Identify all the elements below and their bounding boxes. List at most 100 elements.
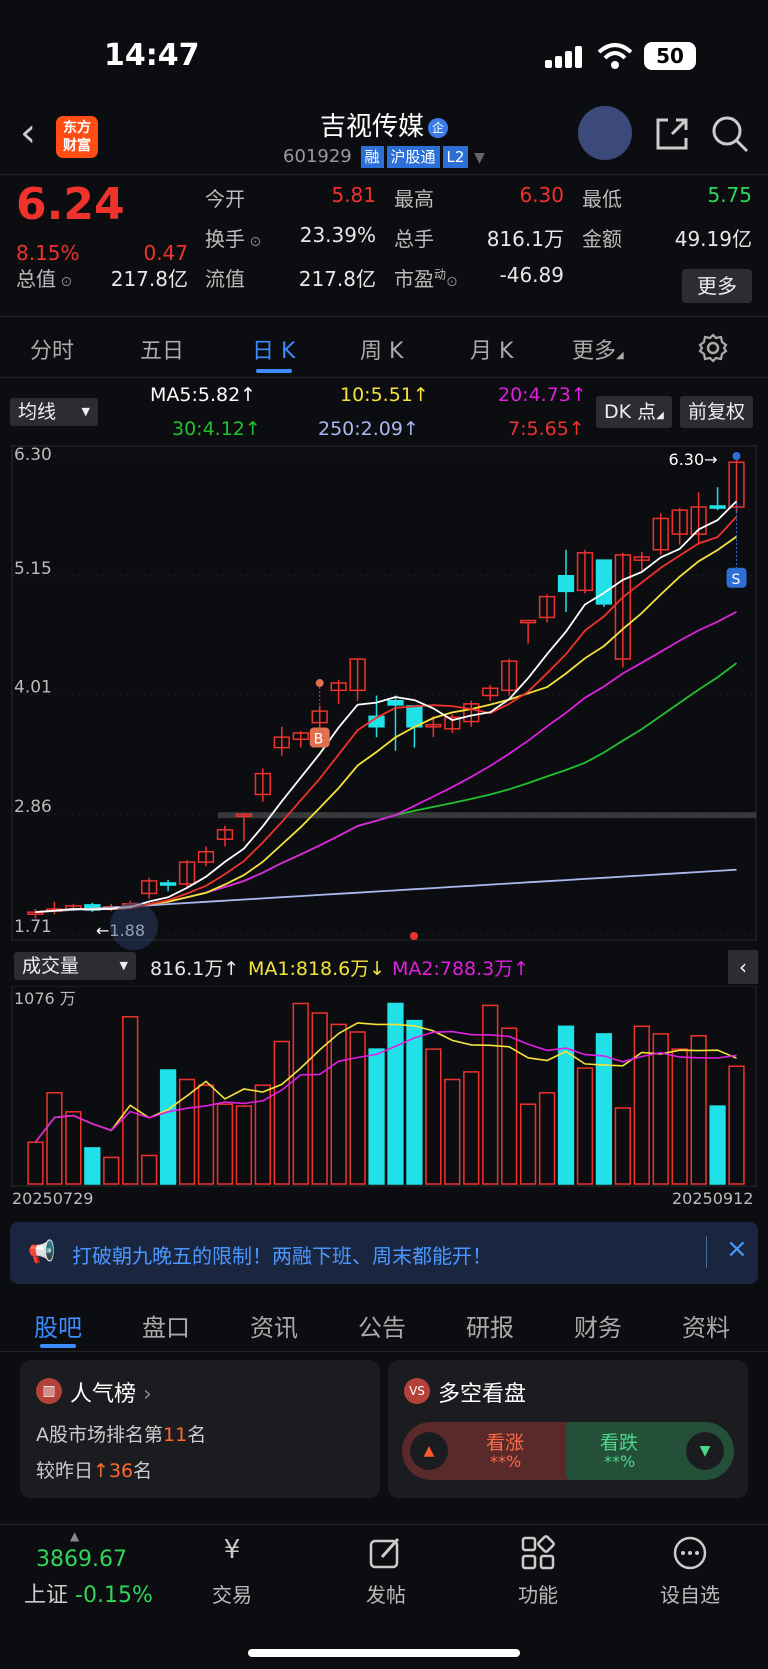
- bull-label: 看涨: [486, 1432, 525, 1454]
- tab-finance[interactable]: 财务: [574, 1308, 622, 1343]
- ma30-value: 30:4.12↑: [172, 418, 261, 440]
- tab-profile[interactable]: 资料: [682, 1308, 730, 1343]
- index-line[interactable]: 上证 -0.15%: [24, 1577, 153, 1609]
- nav-function[interactable]: 功能: [488, 1579, 588, 1608]
- b-marker-dot: [315, 679, 324, 688]
- volume-bar: [197, 1084, 215, 1185]
- trade-icon[interactable]: ¥: [212, 1535, 252, 1571]
- collapse-arrow-icon[interactable]: ‹: [728, 950, 758, 984]
- high-price-label: 6.30→: [669, 450, 718, 469]
- expand-caret-icon[interactable]: ▲: [70, 1529, 79, 1543]
- volume-bar: [235, 1105, 253, 1185]
- candle-body: [557, 575, 575, 593]
- nav-post[interactable]: 发帖: [336, 1579, 436, 1608]
- y-tick-label: 2.86: [14, 797, 52, 817]
- share-icon[interactable]: [652, 114, 692, 154]
- tab-news[interactable]: 资讯: [250, 1308, 298, 1343]
- volume-bar: [709, 1105, 726, 1185]
- bottom-navigation: ▲ 3869.67 上证 -0.15% ¥ 交易 发帖 功能 设自选: [0, 1524, 768, 1669]
- nav-trade[interactable]: 交易: [182, 1579, 282, 1608]
- low-label: 最低: [582, 187, 622, 211]
- last-price: 6.24: [16, 179, 125, 230]
- volume-bar: [349, 1031, 366, 1185]
- ma250-value: 250:2.09↑: [318, 418, 419, 440]
- volume-bar: [311, 1012, 328, 1185]
- index-value[interactable]: 3869.67: [36, 1547, 127, 1572]
- volume-bar: [425, 1048, 442, 1185]
- dropdown-triangle-icon[interactable]: ▼: [474, 150, 485, 166]
- active-tab-underline: [256, 369, 292, 373]
- adjust-button[interactable]: 前复权: [680, 396, 754, 428]
- float-cap-value: 217.8亿: [298, 267, 376, 291]
- dk-point-button[interactable]: DK 点◢: [596, 396, 672, 428]
- pe-label: 市盈动⊙: [394, 267, 458, 291]
- float-cap-label: 流值: [205, 267, 245, 291]
- bear-label: 看跌: [600, 1432, 639, 1454]
- section-tabs: 股吧 盘口 资讯 公告 研报 财务 资料: [0, 1292, 768, 1352]
- total-cap-label: 总值 ⊙: [16, 267, 73, 291]
- bull-bear-title: 多空看盘: [438, 1382, 527, 1407]
- more-button[interactable]: 更多: [682, 269, 752, 303]
- volume-bar: [84, 1147, 101, 1185]
- home-indicator: [248, 1649, 520, 1657]
- settings-gear-icon[interactable]: [698, 333, 728, 363]
- volume-bar: [614, 1107, 631, 1185]
- tab-announcement[interactable]: 公告: [358, 1308, 406, 1343]
- nav-add-watchlist[interactable]: 设自选: [640, 1579, 740, 1608]
- close-icon[interactable]: ×: [726, 1234, 748, 1264]
- tab-five-day[interactable]: 五日: [140, 333, 184, 365]
- volume-bar: [292, 1002, 309, 1185]
- volume-bar: [46, 1092, 63, 1185]
- indicator-select[interactable]: 均线 ▼: [10, 398, 98, 426]
- enterprise-badge: 企: [428, 117, 448, 138]
- volume-bar: [122, 1016, 139, 1185]
- ma7-value: 7:5.65↑: [508, 418, 585, 440]
- robot-assistant-avatar[interactable]: [578, 106, 632, 160]
- low-value: 5.75: [707, 183, 752, 207]
- y-tick-label: 1.71: [14, 917, 52, 937]
- popularity-title: 人气榜 ›: [70, 1382, 152, 1407]
- popularity-card[interactable]: ▥ 人气榜 › A股市场排名第11名 较昨日↑36名: [20, 1360, 380, 1498]
- volume-bar: [444, 1078, 461, 1185]
- divider: [706, 1236, 707, 1268]
- post-edit-icon[interactable]: [368, 1535, 404, 1571]
- plot-frame: [11, 445, 757, 941]
- bear-pct: **%: [604, 1452, 636, 1471]
- tab-guba[interactable]: 股吧: [34, 1308, 82, 1343]
- price-change: 0.47: [143, 241, 188, 265]
- candle-body: [519, 619, 537, 624]
- volume-bar: [216, 1103, 234, 1185]
- volume-bar: [141, 1154, 158, 1185]
- candlestick-chart[interactable]: 6.305.154.012.861.716.30→←1.88BS: [0, 440, 768, 960]
- quote-panel: 6.24 8.15% 0.47 今开 5.81 最高 6.30 最低 5.75 …: [0, 174, 768, 314]
- bull-button[interactable]: ▲ 看涨 **%: [402, 1422, 570, 1480]
- ma5-line: [35, 500, 738, 913]
- tab-more[interactable]: 更多◢: [572, 333, 624, 365]
- search-icon[interactable]: [710, 114, 750, 154]
- tab-intraday[interactable]: 分时: [30, 333, 74, 365]
- vs-icon: VS: [404, 1378, 430, 1404]
- volume-bar: [65, 1111, 82, 1185]
- volume-select[interactable]: 成交量 ▼: [14, 952, 136, 980]
- function-grid-icon[interactable]: [520, 1535, 556, 1571]
- indicator-bar: 均线 ▼ MA5:5.82↑ 10:5.51↑ 20:4.73↑ 30:4.12↑…: [0, 378, 768, 440]
- volume-bar: [330, 1023, 347, 1185]
- more-dots-icon[interactable]: [672, 1535, 708, 1571]
- ma5-value: MA5:5.82↑: [150, 384, 257, 406]
- tab-weekly-k[interactable]: 周 K: [360, 333, 403, 365]
- ma10-value: 10:5.51↑: [340, 384, 429, 406]
- volume-chart[interactable]: 1076 万 20250729 20250912: [0, 986, 768, 1210]
- tab-pankou[interactable]: 盘口: [142, 1308, 190, 1343]
- tab-monthly-k[interactable]: 月 K: [470, 333, 513, 365]
- tab-research[interactable]: 研报: [466, 1308, 514, 1343]
- promo-banner[interactable]: 📢 打破朝九晚五的限制！两融下班、周末都能开！ ×: [10, 1222, 758, 1284]
- bear-button[interactable]: 看跌 **% ▼: [566, 1422, 734, 1480]
- chart-tabs: 分时 五日 日 K 周 K 月 K 更多◢: [0, 316, 768, 378]
- volume-bar: [538, 1092, 556, 1185]
- volume-bar: [633, 1025, 650, 1185]
- percent-change: 8.15%: [16, 241, 80, 265]
- vol-ma2: MA2:788.3万↑: [392, 958, 530, 980]
- volume-bar: [463, 1071, 480, 1185]
- tab-daily-k[interactable]: 日 K: [252, 333, 295, 365]
- volume-bar: [519, 1103, 537, 1185]
